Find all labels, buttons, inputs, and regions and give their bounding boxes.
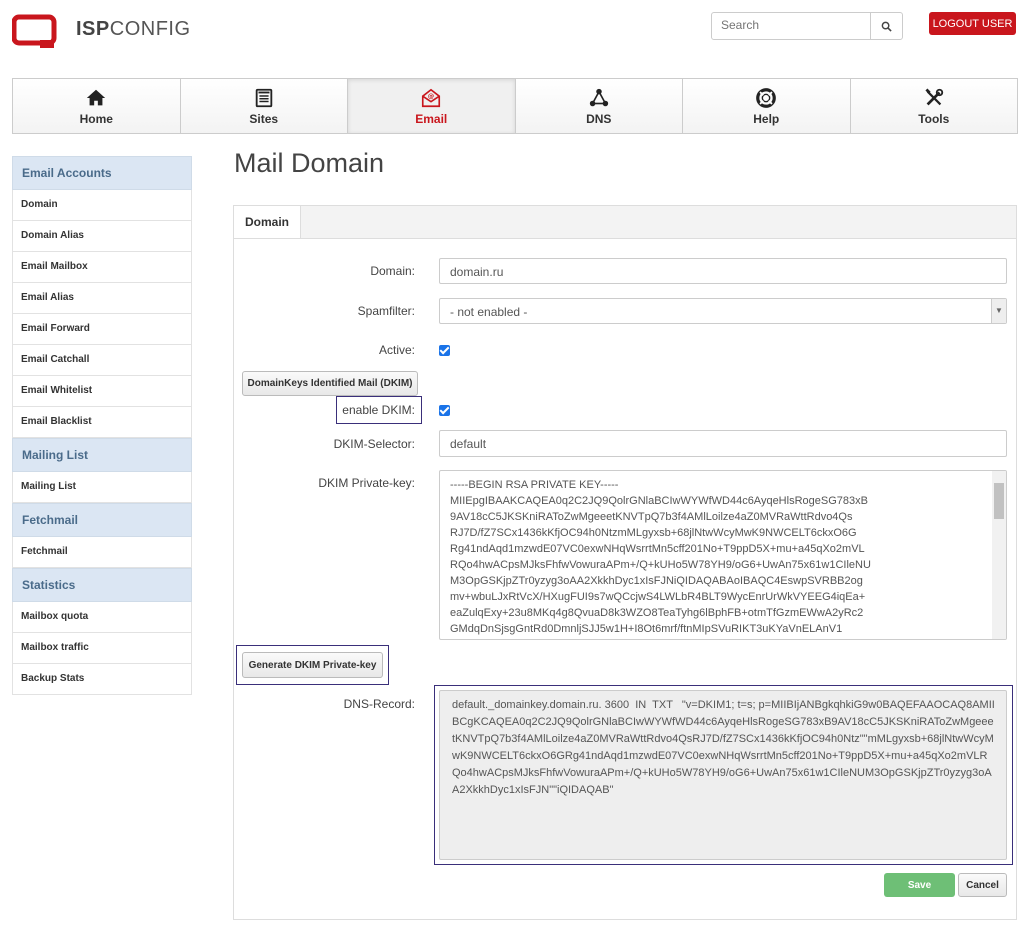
ispconfig-logo[interactable]: ISPCONFIG: [12, 14, 190, 50]
sidebar-item-email-alias[interactable]: Email Alias: [12, 283, 192, 314]
dkim-selector-field[interactable]: default: [439, 430, 1007, 457]
sidebar-item-mailbox-quota[interactable]: Mailbox quota: [12, 602, 192, 633]
domain-label: Domain:: [370, 264, 415, 278]
dns-record-text: default._domainkey.domain.ru. 3600 IN TX…: [452, 699, 995, 796]
dkim-section-button[interactable]: DomainKeys Identified Mail (DKIM): [242, 371, 418, 396]
scrollbar-thumb[interactable]: [994, 483, 1004, 519]
textarea-scrollbar[interactable]: [992, 471, 1006, 639]
logo-monitor-icon: [12, 14, 57, 48]
main-nav: Home Sites @ Email DNS Help Tools: [12, 78, 1018, 134]
spamfilter-value: - not enabled -: [450, 305, 528, 319]
dns-record-textarea[interactable]: default._domainkey.domain.ru. 3600 IN TX…: [439, 690, 1007, 860]
nav-home-label: Home: [79, 111, 113, 126]
sidebar-item-domain[interactable]: Domain: [12, 190, 192, 221]
nav-help[interactable]: Help: [683, 79, 851, 133]
sidebar-section-fetchmail: Fetchmail: [12, 503, 192, 537]
cancel-button[interactable]: Cancel: [958, 873, 1007, 897]
dkim-private-key-label: DKIM Private-key:: [318, 476, 415, 490]
sidebar: Email Accounts Domain Domain Alias Email…: [12, 156, 192, 695]
sidebar-item-email-catchall[interactable]: Email Catchall: [12, 345, 192, 376]
nav-email[interactable]: @ Email: [348, 79, 516, 133]
generate-dkim-button[interactable]: Generate DKIM Private-key: [242, 652, 383, 678]
sites-icon: [255, 88, 272, 107]
dkim-private-key-text: -----BEGIN RSA PRIVATE KEY----- MIIEpgIB…: [450, 479, 871, 635]
active-checkbox[interactable]: [439, 345, 450, 356]
nav-help-label: Help: [753, 111, 780, 126]
enable-dkim-label: enable DKIM:: [342, 403, 415, 417]
nav-dns-label: DNS: [586, 111, 612, 126]
sidebar-item-email-forward[interactable]: Email Forward: [12, 314, 192, 345]
home-icon: [87, 89, 106, 105]
sidebar-item-email-whitelist[interactable]: Email Whitelist: [12, 376, 192, 407]
active-label: Active:: [378, 343, 415, 357]
nav-home[interactable]: Home: [13, 79, 181, 133]
domain-field[interactable]: domain.ru: [439, 258, 1007, 284]
save-button[interactable]: Save: [884, 873, 955, 897]
sidebar-item-email-blacklist[interactable]: Email Blacklist: [12, 407, 192, 438]
nav-dns[interactable]: DNS: [515, 79, 683, 133]
dns-icon: [589, 88, 608, 106]
sidebar-item-backup-stats[interactable]: Backup Stats: [12, 664, 192, 695]
email-icon: @: [422, 88, 441, 107]
sidebar-section-mailing-list: Mailing List: [12, 438, 192, 472]
sidebar-item-domain-alias[interactable]: Domain Alias: [12, 221, 192, 252]
tools-icon: [925, 88, 943, 105]
dns-record-label: DNS-Record:: [343, 697, 415, 711]
sidebar-item-fetchmail[interactable]: Fetchmail: [12, 537, 192, 568]
search-icon: [881, 21, 892, 32]
sidebar-section-statistics: Statistics: [12, 568, 192, 602]
dkim-selector-label: DKIM-Selector:: [333, 437, 415, 451]
tab-domain[interactable]: Domain: [234, 206, 301, 238]
search-button[interactable]: [870, 13, 902, 39]
svg-text:@: @: [428, 92, 434, 100]
sidebar-item-mailbox-traffic[interactable]: Mailbox traffic: [12, 633, 192, 664]
nav-tools[interactable]: Tools: [850, 79, 1017, 133]
enable-dkim-checkbox[interactable]: [439, 405, 450, 416]
tab-bar: Domain: [234, 206, 1016, 239]
nav-tools-label: Tools: [918, 111, 950, 126]
nav-sites-label: Sites: [249, 111, 279, 126]
nav-email-label: Email: [415, 111, 448, 126]
logo-text: ISPCONFIG: [76, 18, 191, 40]
help-icon: [756, 87, 777, 108]
search-input[interactable]: [712, 13, 880, 37]
chevron-down-icon: ▼: [991, 299, 1006, 323]
search-box: [711, 12, 903, 40]
logout-button[interactable]: LOGOUT USER: [929, 12, 1016, 35]
page-title: Mail Domain: [234, 148, 385, 178]
spamfilter-label: Spamfilter:: [357, 304, 415, 318]
spamfilter-select[interactable]: - not enabled - ▼: [439, 298, 1007, 324]
nav-sites[interactable]: Sites: [180, 79, 348, 133]
dkim-private-key-textarea[interactable]: -----BEGIN RSA PRIVATE KEY----- MIIEpgIB…: [439, 470, 1007, 640]
sidebar-section-email-accounts: Email Accounts: [12, 156, 192, 190]
sidebar-item-mailing-list[interactable]: Mailing List: [12, 472, 192, 503]
sidebar-item-email-mailbox[interactable]: Email Mailbox: [12, 252, 192, 283]
